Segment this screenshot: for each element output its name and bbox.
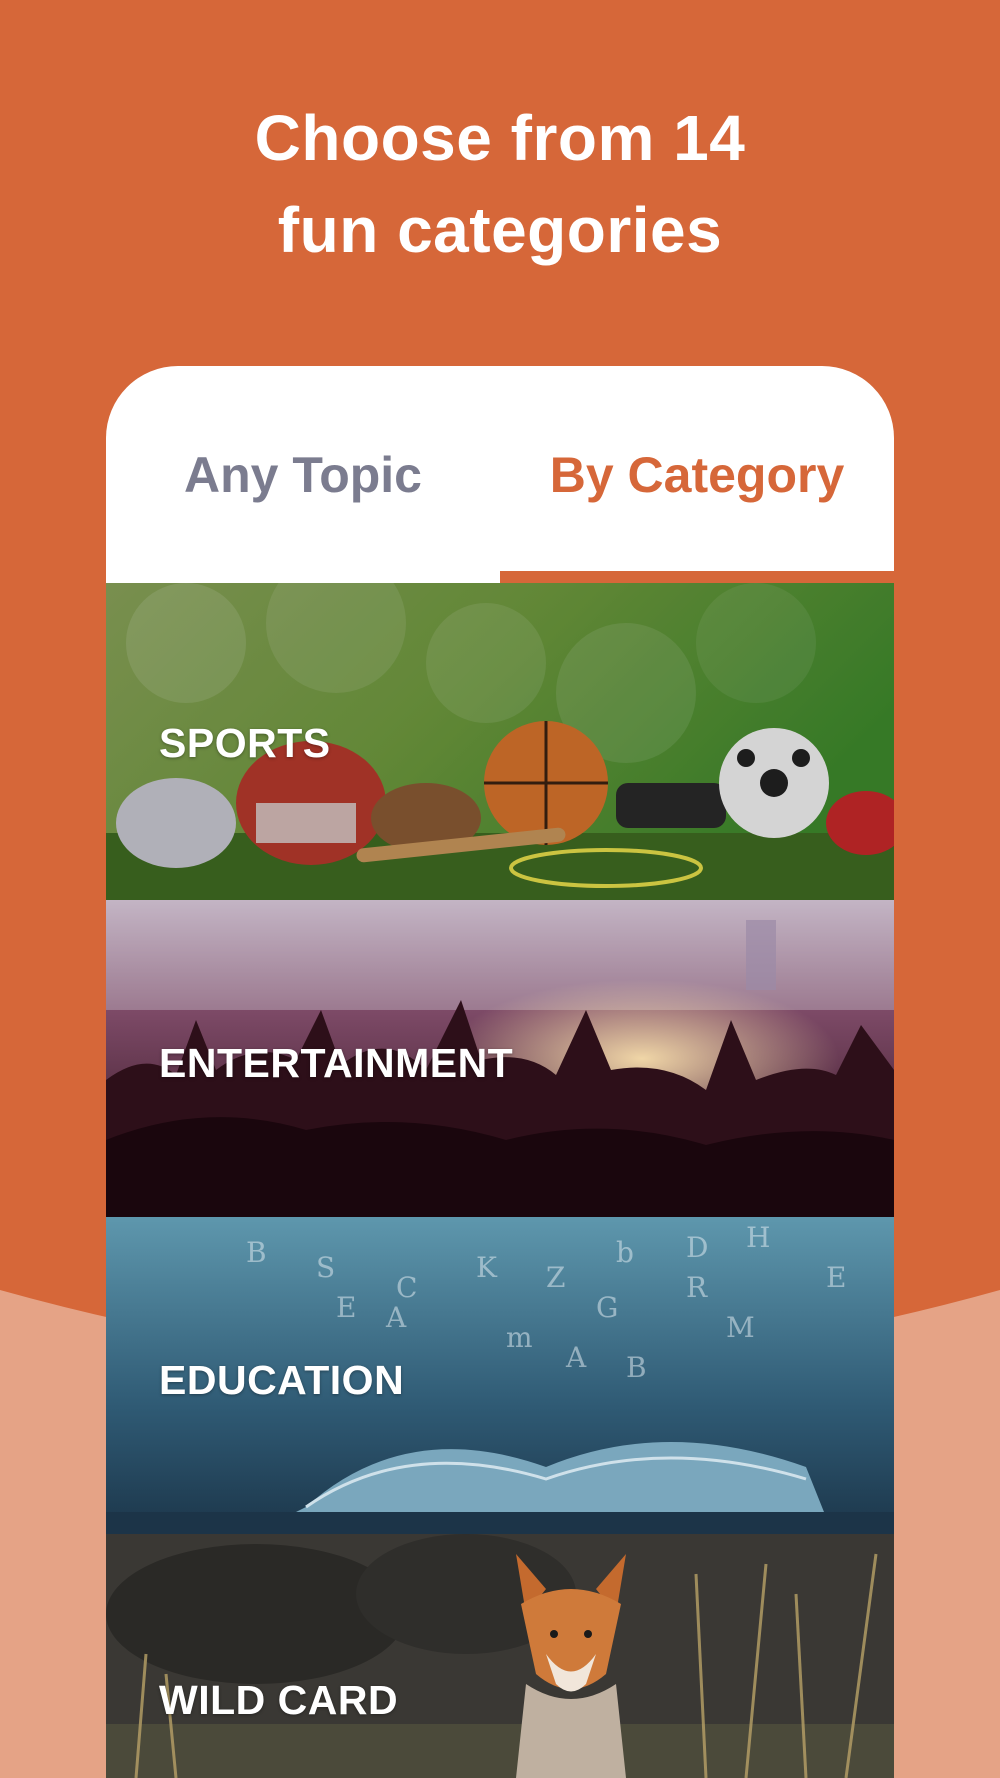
svg-text:E: E: [826, 1261, 846, 1294]
svg-text:S: S: [316, 1251, 335, 1284]
svg-text:G: G: [596, 1291, 618, 1324]
tab-by-category[interactable]: By Category: [500, 366, 894, 583]
fox-image: [106, 1534, 894, 1778]
svg-text:K: K: [476, 1251, 498, 1284]
svg-text:D: D: [686, 1231, 708, 1264]
category-label-sports: SPORTS: [159, 720, 331, 766]
svg-text:A: A: [565, 1341, 587, 1374]
category-picker-card: Any Topic By Category SPORTS ENTERTAINME…: [106, 366, 894, 1778]
svg-text:B: B: [626, 1351, 647, 1384]
svg-text:R: R: [686, 1271, 708, 1304]
svg-text:A: A: [385, 1301, 407, 1334]
category-label-wild-card: WILD CARD: [159, 1677, 399, 1723]
svg-text:b: b: [616, 1236, 634, 1269]
headline: Choose from 14 fun categories: [0, 92, 1000, 276]
svg-text:M: M: [726, 1311, 755, 1344]
svg-text:C: C: [396, 1271, 417, 1304]
svg-text:m: m: [506, 1321, 533, 1354]
category-label-entertainment: ENTERTAINMENT: [159, 1040, 514, 1086]
category-sports[interactable]: SPORTS: [106, 583, 894, 900]
tab-any-topic[interactable]: Any Topic: [106, 366, 500, 583]
topic-tabs: Any Topic By Category: [106, 366, 894, 583]
svg-text:B: B: [246, 1236, 267, 1269]
category-wild-card[interactable]: WILD CARD: [106, 1534, 894, 1778]
svg-text:E: E: [336, 1291, 356, 1324]
headline-line-1: Choose from 14: [254, 102, 746, 174]
headline-line-2: fun categories: [277, 194, 723, 266]
svg-text:H: H: [746, 1221, 770, 1254]
category-education[interactable]: BSC KZb DHE EAG RAB mM EDUCATION: [106, 1217, 894, 1534]
category-entertainment[interactable]: ENTERTAINMENT: [106, 900, 894, 1217]
category-label-education: EDUCATION: [159, 1357, 405, 1403]
svg-text:Z: Z: [546, 1261, 565, 1294]
selected-tab-indicator: [500, 571, 894, 583]
